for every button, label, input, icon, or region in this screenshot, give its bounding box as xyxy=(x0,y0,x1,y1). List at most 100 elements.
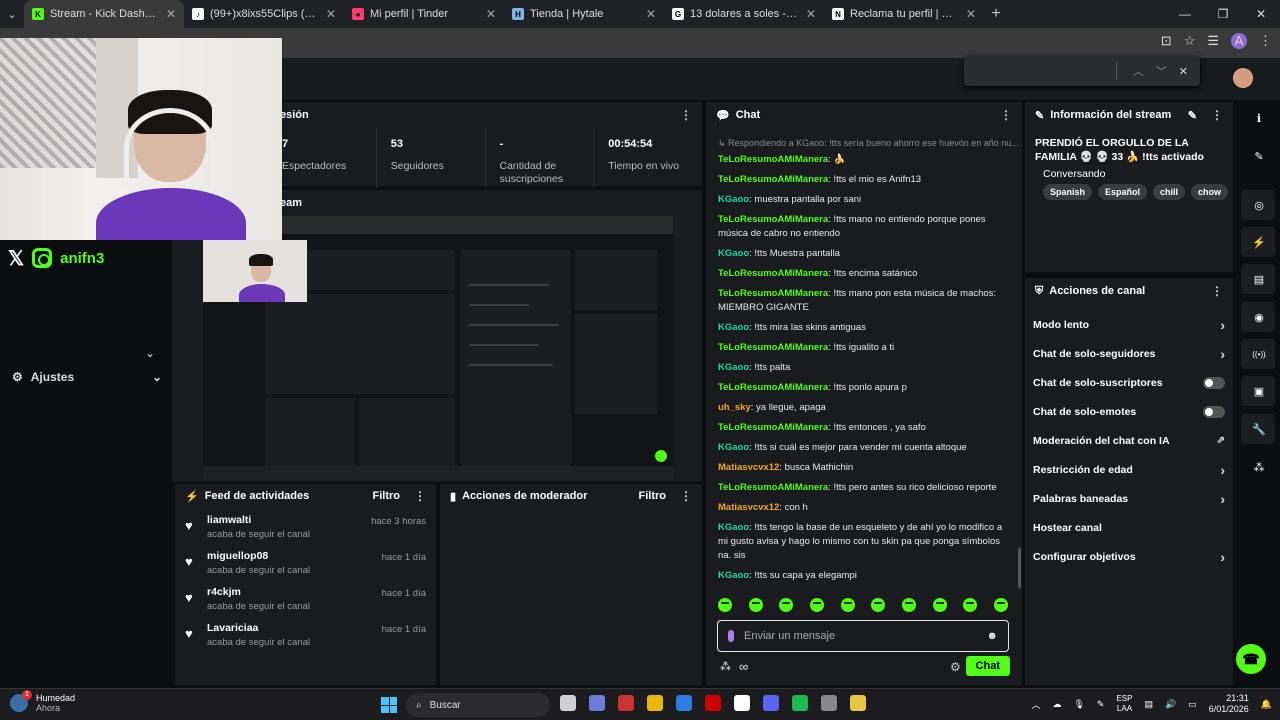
browser-menu-icon[interactable]: ⋮ xyxy=(1259,33,1272,49)
taskbar-app-icon[interactable] xyxy=(763,695,779,711)
chat-username[interactable]: TeLoResumoAMiManera xyxy=(718,214,828,225)
weather-widget[interactable]: Humedad Ahora xyxy=(10,690,75,713)
minimize-icon[interactable]: — xyxy=(1166,0,1204,28)
more-icon[interactable]: ⋮ xyxy=(1211,284,1223,298)
pencil-icon[interactable]: ✎ xyxy=(1251,148,1267,164)
channel-action-item[interactable]: Hostear canal xyxy=(1025,513,1233,542)
stream-tag[interactable]: chill xyxy=(1153,184,1186,200)
emote-icon[interactable] xyxy=(809,598,824,612)
channel-action-item[interactable]: Chat de solo-emotes xyxy=(1025,397,1233,426)
chat-username[interactable]: KGaoo xyxy=(718,248,749,259)
broadcast-icon[interactable]: ((•)) xyxy=(1251,346,1267,362)
tab-search-icon[interactable]: ☰ xyxy=(1207,33,1219,49)
stream-tag[interactable]: chow xyxy=(1191,184,1229,200)
emote-icon[interactable] xyxy=(932,598,947,612)
tab-close-icon[interactable]: ✕ xyxy=(486,7,496,21)
chat-username[interactable]: TeLoResumoAMiManera xyxy=(718,482,828,493)
dots-icon[interactable]: ⁂ xyxy=(1251,459,1267,475)
language-indicator[interactable]: ESP LAA xyxy=(1116,694,1132,714)
bookmark-star-icon[interactable]: ☆ xyxy=(1184,33,1196,49)
browser-tab[interactable]: ♪ (99+)x8ixs55Clips (@xbixs55clip ✕ xyxy=(184,0,344,28)
help-fab[interactable]: ☎ xyxy=(1236,644,1266,674)
channel-action-item[interactable]: Restricción de edad › xyxy=(1025,455,1233,484)
tab-search-icon[interactable]: ⌄ xyxy=(0,0,24,28)
stream-tag[interactable]: Spanish xyxy=(1043,184,1093,200)
channel-action-item[interactable]: Moderación del chat con IA ⇗ xyxy=(1025,426,1233,455)
taskbar-app-icon[interactable] xyxy=(647,695,663,711)
emote-icon[interactable] xyxy=(871,598,886,612)
chevron-up-icon[interactable]: ︿ xyxy=(1031,698,1040,711)
battery-icon[interactable]: ▭ xyxy=(1188,699,1197,710)
user-avatar[interactable] xyxy=(1233,68,1253,88)
layout-icon[interactable]: ▣ xyxy=(1251,383,1267,399)
camera-icon[interactable]: ◎ xyxy=(1251,197,1267,213)
stream-tag[interactable]: Español xyxy=(1098,184,1148,200)
browser-tab[interactable]: N Reclama tu perfil | NameMC ✕ xyxy=(824,0,984,28)
browser-tab[interactable]: H Tienda | Hytale ✕ xyxy=(504,0,664,28)
chat-settings-icon[interactable]: ⚙ xyxy=(950,660,961,674)
channel-action-item[interactable]: Modo lento › xyxy=(1025,310,1233,339)
taskbar-app-icon[interactable] xyxy=(734,695,750,711)
infinity-icon[interactable]: ∞ xyxy=(739,659,748,674)
taskbar-app-icon[interactable] xyxy=(821,695,837,711)
taskbar-app-icon[interactable] xyxy=(676,695,692,711)
bolt-icon[interactable]: ⚡ xyxy=(1251,234,1267,250)
info-icon[interactable]: ℹ xyxy=(1251,110,1267,126)
chat-username[interactable]: uh_sky xyxy=(718,402,751,413)
tab-close-icon[interactable]: ✕ xyxy=(806,7,816,21)
chat-username[interactable]: KGaoo xyxy=(718,322,749,333)
tab-close-icon[interactable]: ✕ xyxy=(166,7,176,21)
volume-icon[interactable]: 🔊 xyxy=(1165,699,1176,710)
pen-icon[interactable]: ✎ xyxy=(1097,699,1105,710)
emote-icon[interactable] xyxy=(993,598,1008,612)
chat-username[interactable]: KGaoo xyxy=(718,570,749,581)
chat-username[interactable]: TeLoResumoAMiManera xyxy=(718,342,828,353)
wifi-icon[interactable]: ▤ xyxy=(1144,699,1153,710)
filter-button[interactable]: Filtro xyxy=(639,490,667,502)
dots-icon[interactable]: ⁂ xyxy=(720,660,731,673)
taskbar-app-icon[interactable] xyxy=(560,695,576,711)
browser-tab[interactable]: K Stream - Kick Dashboard ✕ xyxy=(24,0,184,28)
wrench-icon[interactable]: 🔧 xyxy=(1251,421,1267,437)
toggle-switch[interactable] xyxy=(1203,405,1225,418)
more-icon[interactable]: ⋮ xyxy=(414,489,426,503)
mic-icon[interactable] xyxy=(728,630,734,642)
chat-username[interactable]: KGaoo xyxy=(718,442,749,453)
taskbar-app-icon[interactable] xyxy=(850,695,866,711)
chat-username[interactable]: TeLoResumoAMiManera xyxy=(718,422,828,433)
sidebar-item-ajustes[interactable]: ⚙ Ajustes ⌄ xyxy=(12,370,162,384)
chevron-down-icon[interactable]: ⌄ xyxy=(145,346,155,360)
chat-scrollbar[interactable] xyxy=(1018,548,1021,588)
chat-username[interactable]: TeLoResumoAMiManera xyxy=(718,382,828,393)
tab-close-icon[interactable]: ✕ xyxy=(326,7,336,21)
profile-avatar[interactable]: A xyxy=(1231,33,1247,49)
browser-tab[interactable]: G 13 dolares a soles - Buscar con ✕ xyxy=(664,0,824,28)
emote-icon[interactable] xyxy=(963,598,978,612)
chat-username[interactable]: KGaoo xyxy=(718,194,749,205)
chat-username[interactable]: TeLoResumoAMiManera xyxy=(718,154,828,165)
chat-username[interactable]: Matiasvcvx12 xyxy=(718,502,779,513)
find-prev-icon[interactable]: ︿ xyxy=(1133,63,1144,79)
taskbar-app-icon[interactable] xyxy=(589,695,605,711)
clock[interactable]: 21:31 6/01/2026 xyxy=(1209,693,1249,715)
toggle-switch[interactable] xyxy=(1203,376,1225,389)
channel-action-item[interactable]: Chat de solo-seguidores › xyxy=(1025,339,1233,368)
more-icon[interactable]: ⋮ xyxy=(680,108,692,122)
emote-icon[interactable] xyxy=(901,598,916,612)
find-in-page-box[interactable]: ︿ ﹀ ✕ xyxy=(964,56,1200,86)
document-icon[interactable]: ▤ xyxy=(1251,271,1267,287)
new-tab-button[interactable]: + xyxy=(984,5,1008,23)
emote-icon[interactable] xyxy=(718,598,732,612)
taskbar-app-icon[interactable] xyxy=(792,695,808,711)
chat-username[interactable]: TeLoResumoAMiManera xyxy=(718,174,828,185)
more-icon[interactable]: ⋮ xyxy=(680,489,692,503)
windows-start-icon[interactable] xyxy=(381,697,397,713)
channel-action-item[interactable]: Configurar objetivos › xyxy=(1025,542,1233,571)
chat-send-button[interactable]: Chat xyxy=(965,656,1010,676)
maximize-icon[interactable]: ❐ xyxy=(1204,0,1242,28)
mic-tray-icon[interactable]: 🎙 xyxy=(1073,699,1084,710)
channel-action-item[interactable]: Chat de solo-suscriptores xyxy=(1025,368,1233,397)
edit-icon[interactable]: ✎ xyxy=(1188,109,1197,122)
chat-username[interactable]: TeLoResumoAMiManera xyxy=(718,288,828,299)
tab-close-icon[interactable]: ✕ xyxy=(646,7,656,21)
